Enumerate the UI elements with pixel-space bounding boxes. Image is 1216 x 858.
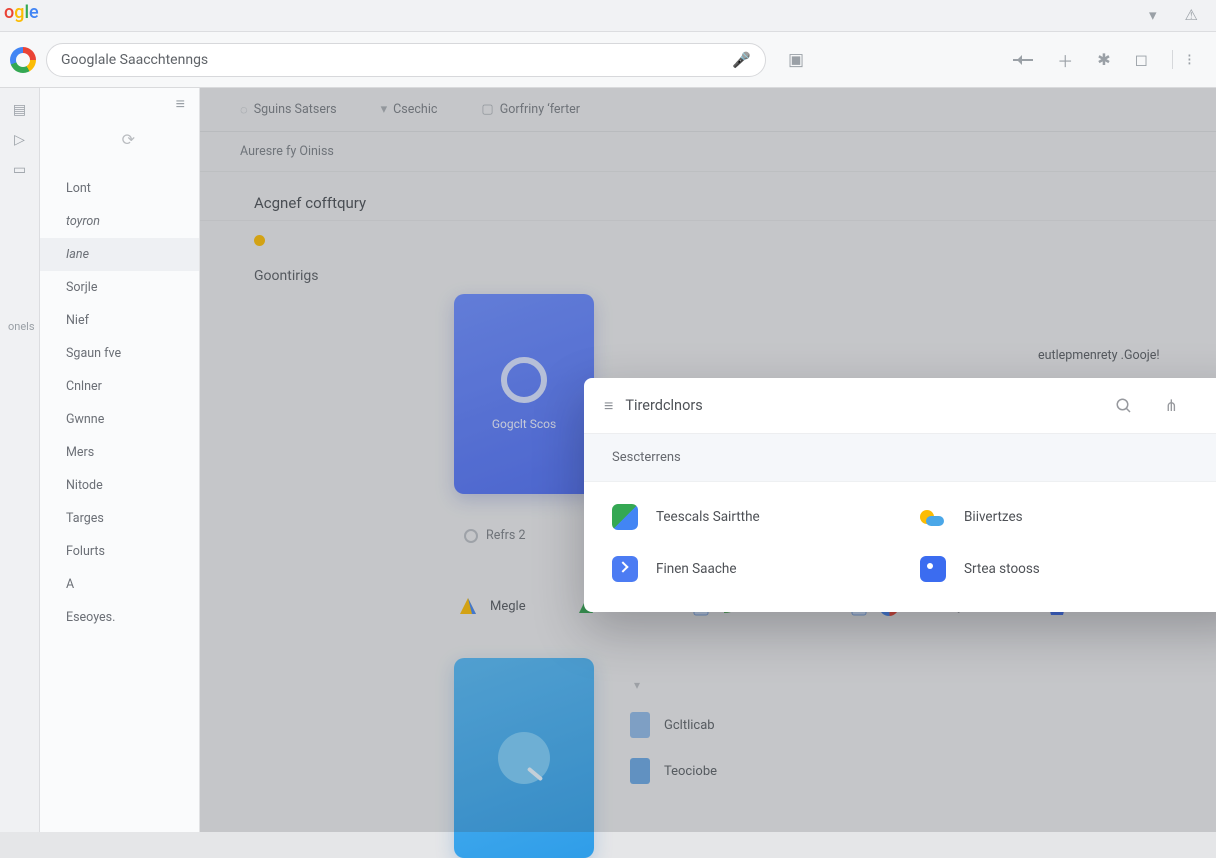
- browser-top-strip: ogle ▾ ⚠: [0, 0, 1216, 32]
- search-icon[interactable]: [1105, 397, 1143, 415]
- tab-favicon-icon[interactable]: ▣: [788, 50, 804, 70]
- sidebar-item[interactable]: Sgaun fve: [40, 337, 199, 370]
- logo-fragment: ogle: [4, 2, 39, 23]
- modal-item[interactable]: Teescals Sairtthe: [612, 504, 920, 530]
- hamburger-icon[interactable]: ≡: [176, 94, 185, 114]
- modal-body: Teescals Sairtthe Biivertzes Finen Saache S…: [584, 482, 1216, 612]
- modal-section-header[interactable]: Sescterrens ✓: [584, 434, 1216, 482]
- modal-item-label: Finen Saache: [656, 561, 737, 577]
- sidebar-item[interactable]: A: [40, 568, 199, 601]
- share-icon[interactable]: ⋔: [1155, 396, 1188, 415]
- omnibar-row: 🎤 ▣ ＋ ✱ ◻ ⁝: [0, 32, 1216, 88]
- modal: ≡ Tirerdclnors ⋔ ⋮ Sescterrens ✓ Teescal…: [584, 378, 1216, 612]
- cloud-g-icon: [612, 504, 638, 530]
- caret-down-icon[interactable]: ▾: [1149, 6, 1157, 24]
- modal-item[interactable]: Finen Saache: [612, 556, 920, 582]
- menu-icon[interactable]: ≡: [604, 396, 613, 416]
- sidebar-item[interactable]: Iane: [40, 238, 199, 271]
- sidebar-item[interactable]: Gwnne: [40, 403, 199, 436]
- modal-item-label: Srtea stooss: [964, 561, 1040, 577]
- workspace: ▤ ▷ ▭ ≡ ⟳ onels LonttoyronIaneSorjleNief…: [0, 88, 1216, 832]
- image-icon[interactable]: ▭: [13, 162, 26, 178]
- sidebar-item[interactable]: Nief: [40, 304, 199, 337]
- sidebar-item[interactable]: Eseoyes.: [40, 601, 199, 634]
- left-rail: ▤ ▷ ▭: [0, 88, 40, 832]
- sidebar-item[interactable]: Mers: [40, 436, 199, 469]
- settings-gear-icon[interactable]: ✱: [1097, 50, 1110, 69]
- window-controls: ▾ ⚠: [1149, 6, 1198, 24]
- modal-item[interactable]: Srtea stooss: [920, 556, 1216, 582]
- g-logo-icon: [10, 47, 36, 73]
- sidebar-item[interactable]: Lont: [40, 172, 199, 205]
- sidebar-item[interactable]: Sorjle: [40, 271, 199, 304]
- modal-item-label: Teescals Sairtthe: [656, 509, 760, 525]
- more-icon[interactable]: ⁝: [1172, 50, 1192, 69]
- sidebar: ≡ ⟳ onels LonttoyronIaneSorjleNiefSgaun …: [40, 88, 200, 832]
- shield-icon: [920, 556, 946, 582]
- sidebar-item[interactable]: toyron: [40, 205, 199, 238]
- play-icon[interactable]: ▷: [14, 132, 25, 148]
- modal-header: ≡ Tirerdclnors ⋔ ⋮: [584, 378, 1216, 434]
- toolbar-right: ＋ ✱ ◻ ⁝: [1013, 48, 1206, 72]
- sidebar-item[interactable]: Targes: [40, 502, 199, 535]
- doc-icon[interactable]: ▤: [13, 102, 26, 118]
- modal-section-label: Sescterrens: [612, 450, 681, 465]
- more-vert-icon[interactable]: ⋮: [1200, 396, 1216, 415]
- modal-item[interactable]: Biivertzes: [920, 504, 1216, 530]
- sidebar-item[interactable]: Cnlner: [40, 370, 199, 403]
- cloud-o-icon: [920, 504, 946, 530]
- panel-icon[interactable]: ◻: [1135, 50, 1148, 69]
- sidebar-group-label: onels: [8, 320, 35, 333]
- omnibox[interactable]: 🎤: [46, 43, 766, 77]
- modal-item-label: Biivertzes: [964, 509, 1023, 525]
- back-icon[interactable]: [1013, 59, 1033, 61]
- plus-icon[interactable]: ＋: [1057, 48, 1073, 72]
- dot-icon: [612, 556, 638, 582]
- refresh-icon[interactable]: ⟳: [122, 130, 135, 149]
- address-input[interactable]: [61, 52, 722, 68]
- mic-icon[interactable]: 🎤: [732, 51, 751, 69]
- warning-icon[interactable]: ⚠: [1185, 6, 1198, 24]
- sidebar-item[interactable]: Nitode: [40, 469, 199, 502]
- main-area: ◌Sguins Satsers▾Csechic▢Gorfriny ‘ferter…: [200, 88, 1216, 832]
- modal-title: Tirerdclnors: [625, 397, 702, 414]
- sidebar-item[interactable]: Folurts: [40, 535, 199, 568]
